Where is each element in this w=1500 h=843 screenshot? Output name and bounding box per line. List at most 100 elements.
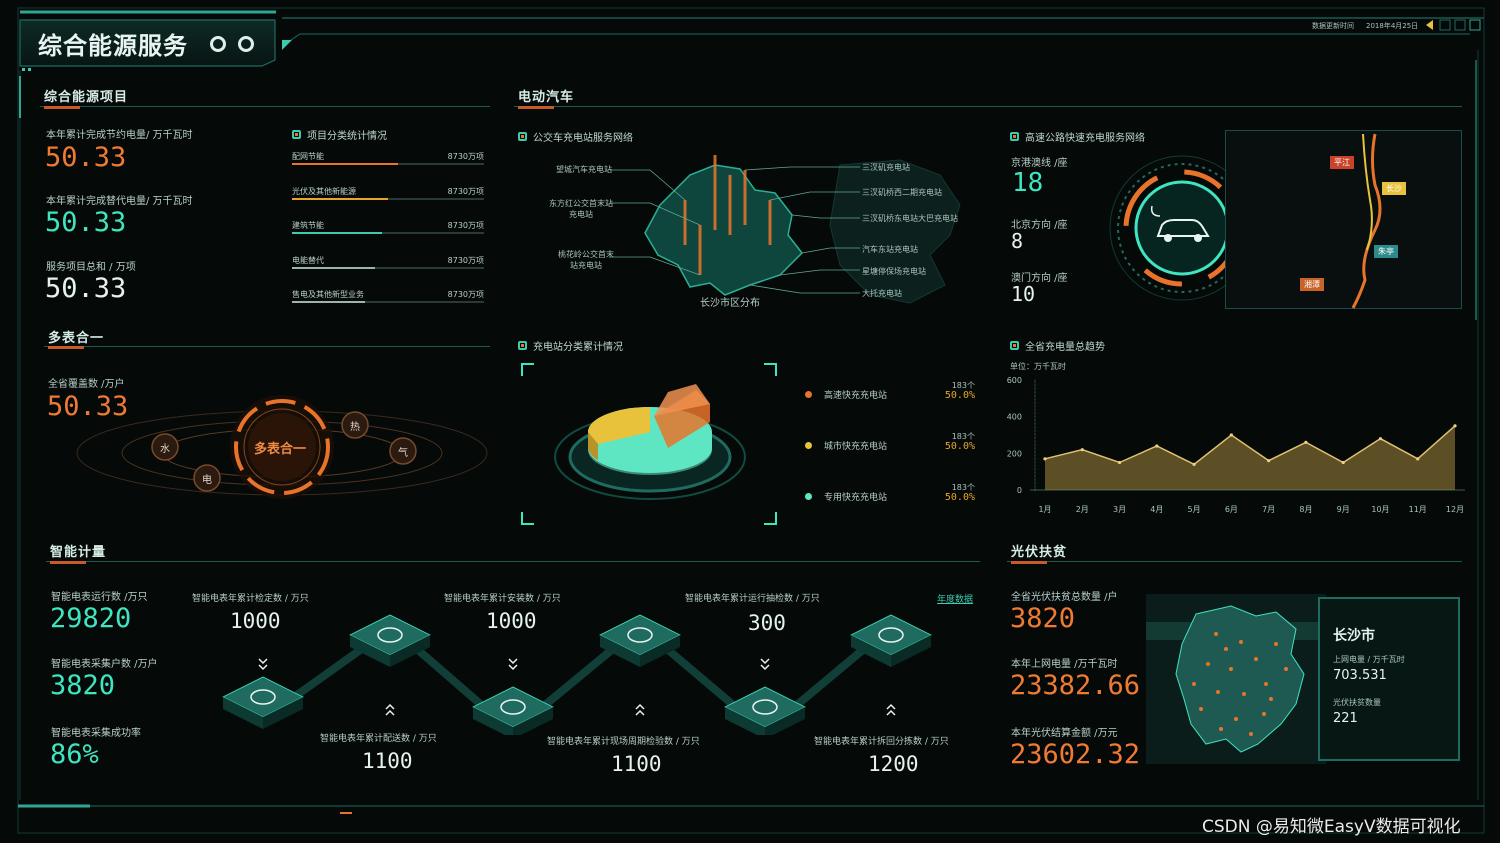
meter-return-value: 1200 [868, 752, 919, 776]
trend-square-icon [1010, 341, 1019, 350]
stat-saving-value: 50.33 [45, 142, 127, 173]
chevron-up-icon [385, 703, 395, 710]
trend-x-tick: 11月 [1409, 505, 1427, 514]
trend-x-tick: 7月 [1262, 505, 1275, 514]
trend-x-tick: 9月 [1337, 505, 1350, 514]
trend-point [1080, 448, 1084, 452]
multi-accent [48, 346, 84, 349]
category-fill [292, 301, 365, 303]
stat-total-label: 服务项目总和 / 万项 [46, 262, 136, 273]
pv-accent [1011, 561, 1047, 564]
meter-title: 智能计量 [50, 545, 107, 560]
pie-legend-city: 城市快充充电站 183个 50.0% [805, 432, 975, 452]
legend-name: 高速快充充电站 [824, 391, 888, 401]
legend-pct: 50.0% [944, 441, 975, 452]
meter-flow-diagram [222, 614, 932, 735]
ev-divider [514, 106, 1462, 107]
project-title: 综合能源项目 [44, 90, 129, 105]
legend-dot [805, 493, 812, 500]
category-value: 8730万项 [447, 152, 484, 161]
annual-data-link[interactable]: 年度数据 [937, 592, 973, 605]
header-title: 综合能源服务 [38, 32, 188, 60]
trend-subtitle-text: 全省充电量总趋势 [1025, 342, 1105, 353]
legend-pct: 50.0% [944, 390, 975, 401]
trend-point [1117, 460, 1122, 465]
trend-point [1043, 457, 1047, 461]
trend-x-tick: 12月 [1446, 505, 1464, 514]
hunan-pv-map [1146, 594, 1326, 764]
trend-point [1229, 433, 1233, 437]
category-value: 8730万项 [447, 186, 484, 196]
trend-point [1453, 424, 1457, 428]
category-square-icon [292, 130, 301, 139]
pv-city-label2: 光伏扶贫数量 [1333, 698, 1381, 707]
ev-title: 电动汽车 [518, 90, 575, 105]
category-name: 光伏及其他新能源 [292, 186, 356, 196]
ev-accent [518, 106, 554, 109]
meter-divider [46, 561, 980, 562]
highway-2-value: 8 [1011, 229, 1024, 253]
chevron-down-icon [508, 664, 518, 671]
meter-run-value: 29820 [50, 603, 132, 634]
chevron-down-icon [258, 658, 268, 665]
chevron-down-icon [508, 658, 518, 665]
trend-x-tick: 4月 [1150, 505, 1163, 514]
station-right-2: 三汊矶桥西二期充电站 [862, 188, 942, 197]
highway-3-value: 10 [1011, 282, 1036, 306]
pv-income-value: 23602.32 [1010, 739, 1141, 770]
stat-total-value: 50.33 [45, 273, 127, 304]
route-tag-pingjiang: 平江 [1330, 156, 1354, 169]
trend-point [1192, 462, 1196, 466]
category-fill [292, 163, 398, 165]
chevron-up-icon [886, 709, 896, 716]
chevron-down-icon [760, 664, 770, 671]
route-tag-zhuting: 朱亭 [1374, 245, 1398, 258]
category-track [292, 197, 484, 200]
trend-point [1267, 459, 1271, 463]
trend-subtitle: 全省充电量总趋势 [1010, 338, 1105, 353]
multi-center-label: 多表合一 [254, 442, 307, 457]
pv-divider [1007, 561, 1462, 562]
bus-square-icon [518, 132, 527, 141]
pie-subtitle-text: 充电站分类累计情况 [533, 342, 623, 353]
trend-point [1341, 460, 1345, 465]
category-name: 售电及其他新型业务 [292, 290, 364, 299]
pie-legend-special: 专用快充充电站 183个 50.0% [805, 483, 975, 503]
meter-check-label: 智能电表年累计检定数 / 万只 [192, 594, 309, 604]
trend-point [1304, 440, 1308, 444]
station-right-1: 三汊矶充电站 [862, 163, 910, 172]
category-value: 8730万项 [447, 255, 484, 265]
stat-saving-label: 本年累计完成节约电量/ 万千瓦时 [46, 130, 193, 141]
pie-legend-highway: 高速快充充电站 183个 50.0% [805, 381, 975, 401]
pv-city-name: 长沙市 [1333, 628, 1375, 644]
pv-power-label: 本年上网电量 /万千瓦时 [1011, 659, 1118, 670]
trend-area-chart: 600 400 200 0 1月 2月 3月 4月 5月 6月 7月 8月 9月 10月 11月 12月 [1007, 376, 1465, 514]
highway-1-label: 京港澳线 /座 [1011, 158, 1068, 169]
chevron-down-icon [258, 664, 268, 671]
meter-install-label: 智能电表年累计安装数 / 万只 [444, 594, 561, 604]
chevron-down-icon [760, 658, 770, 665]
station-right-6: 大托充电站 [862, 289, 902, 298]
trend-point [1416, 457, 1420, 461]
pv-city-label1: 上网电量 / 万千瓦时 [1333, 655, 1405, 664]
project-accent [44, 106, 80, 109]
legend-dot [805, 442, 812, 449]
pv-power-value: 23382.66 [1010, 670, 1141, 701]
trend-y-tick: 200 [1007, 449, 1022, 458]
multi-divider [44, 346, 490, 347]
category-value: 8730万项 [447, 290, 484, 299]
highway-subtitle: 高速公路快速充电服务网络 [1010, 129, 1145, 144]
trend-x-tick: 2月 [1076, 505, 1089, 514]
category-value: 8730万项 [447, 221, 484, 230]
speaker-icon[interactable] [1426, 20, 1433, 30]
category-name: 电能替代 [292, 255, 324, 265]
pv-city-value2: 221 [1333, 711, 1358, 726]
meter-collect-label: 智能电表采集户数 /万户 [51, 659, 158, 670]
meter-run-label: 智能电表运行数 /万只 [51, 592, 148, 603]
category-track [292, 266, 484, 269]
pv-households-label: 全省光伏扶贫总数量 /户 [1011, 592, 1118, 603]
highway-square-icon [1010, 132, 1019, 141]
trend-y-tick: 600 [1007, 376, 1022, 385]
node-gas: 气 [398, 448, 408, 459]
trend-x-tick: 6月 [1225, 505, 1238, 514]
